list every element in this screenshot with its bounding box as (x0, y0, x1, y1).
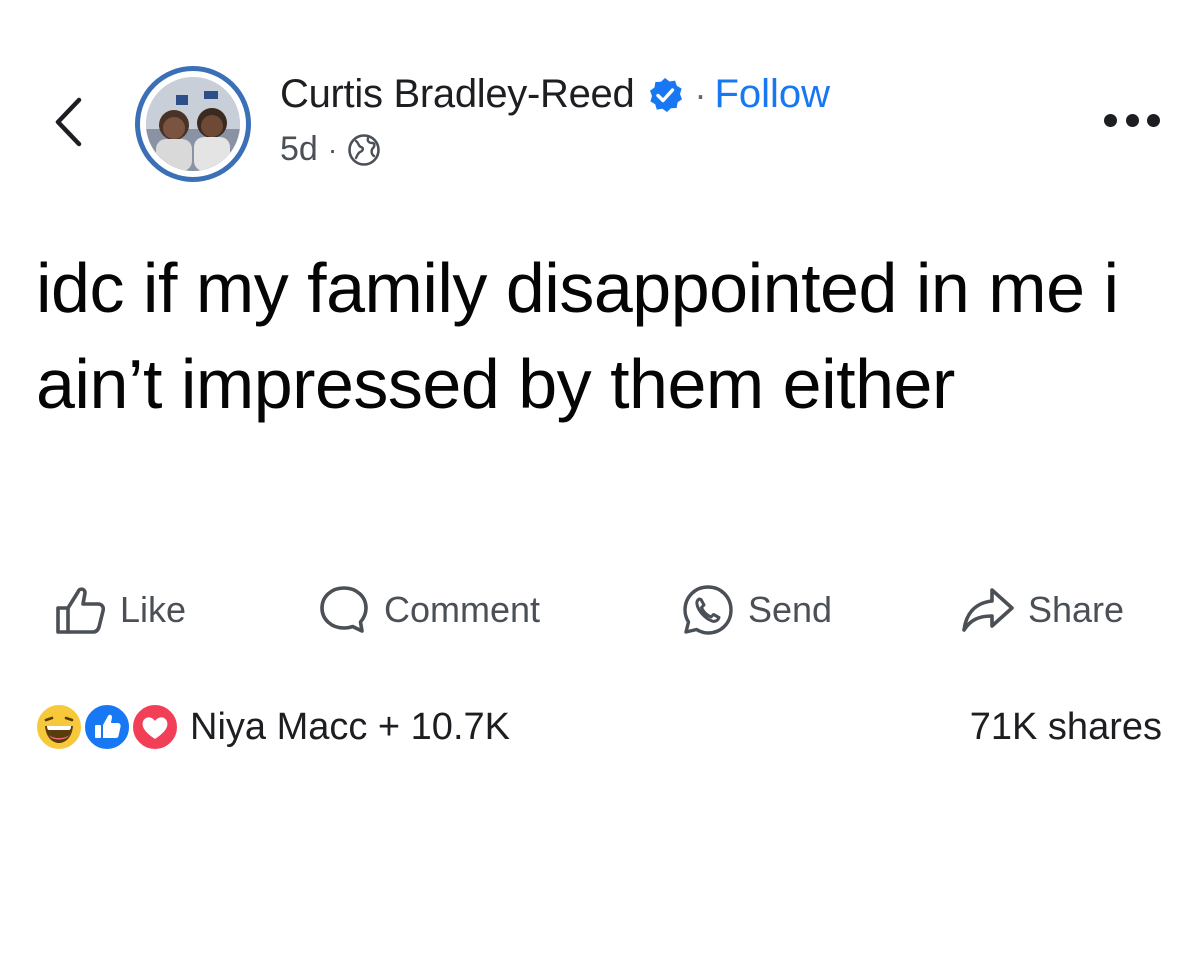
post-screen: Curtis Bradley-Reed · Follow 5d · idc if… (0, 0, 1200, 955)
like-reaction-icon (82, 702, 132, 752)
verified-badge-icon (650, 77, 683, 112)
share-icon (962, 588, 1014, 632)
separator-dot: · (694, 73, 707, 115)
love-reaction-icon (130, 702, 180, 752)
shares-count[interactable]: 71K shares (970, 697, 1162, 757)
more-options-icon (1104, 113, 1117, 127)
like-icon (56, 587, 106, 634)
send-button[interactable]: Send (680, 580, 832, 640)
haha-reaction-icon (34, 702, 84, 752)
like-button[interactable]: Like (52, 580, 186, 640)
reactors-text[interactable]: Niya Macc + 10.7K (190, 706, 510, 749)
author-name[interactable]: Curtis Bradley-Reed (280, 72, 635, 117)
post-text: idc if my family disappointed in me i ai… (36, 249, 1119, 423)
comment-label: Comment (384, 589, 541, 630)
reaction-icons (34, 700, 180, 754)
avatar[interactable] (135, 66, 251, 182)
more-options-icon (1147, 113, 1160, 127)
profile-photo (146, 77, 240, 171)
author-row: Curtis Bradley-Reed · Follow (280, 72, 830, 117)
chevron-left-icon (55, 97, 82, 147)
follow-button[interactable]: Follow (714, 72, 830, 117)
more-options-icon (1125, 113, 1139, 127)
more-options-button[interactable] (1104, 108, 1160, 132)
share-label: Share (1028, 589, 1125, 630)
meta-separator-dot: · (327, 133, 338, 165)
like-label: Like (120, 589, 187, 630)
send-icon (683, 585, 733, 635)
post-meta: 5d · (280, 130, 381, 169)
share-button[interactable]: Share (960, 580, 1124, 640)
action-bar: Like Comment Send Share (0, 580, 1200, 640)
comment-icon (320, 586, 368, 633)
reaction-summary[interactable]: Niya Macc + 10.7K (34, 697, 510, 757)
send-label: Send (748, 589, 833, 630)
comment-button[interactable]: Comment (316, 580, 540, 640)
globe-icon[interactable] (347, 133, 381, 167)
post-timestamp[interactable]: 5d (280, 130, 318, 169)
back-button[interactable] (46, 92, 90, 152)
